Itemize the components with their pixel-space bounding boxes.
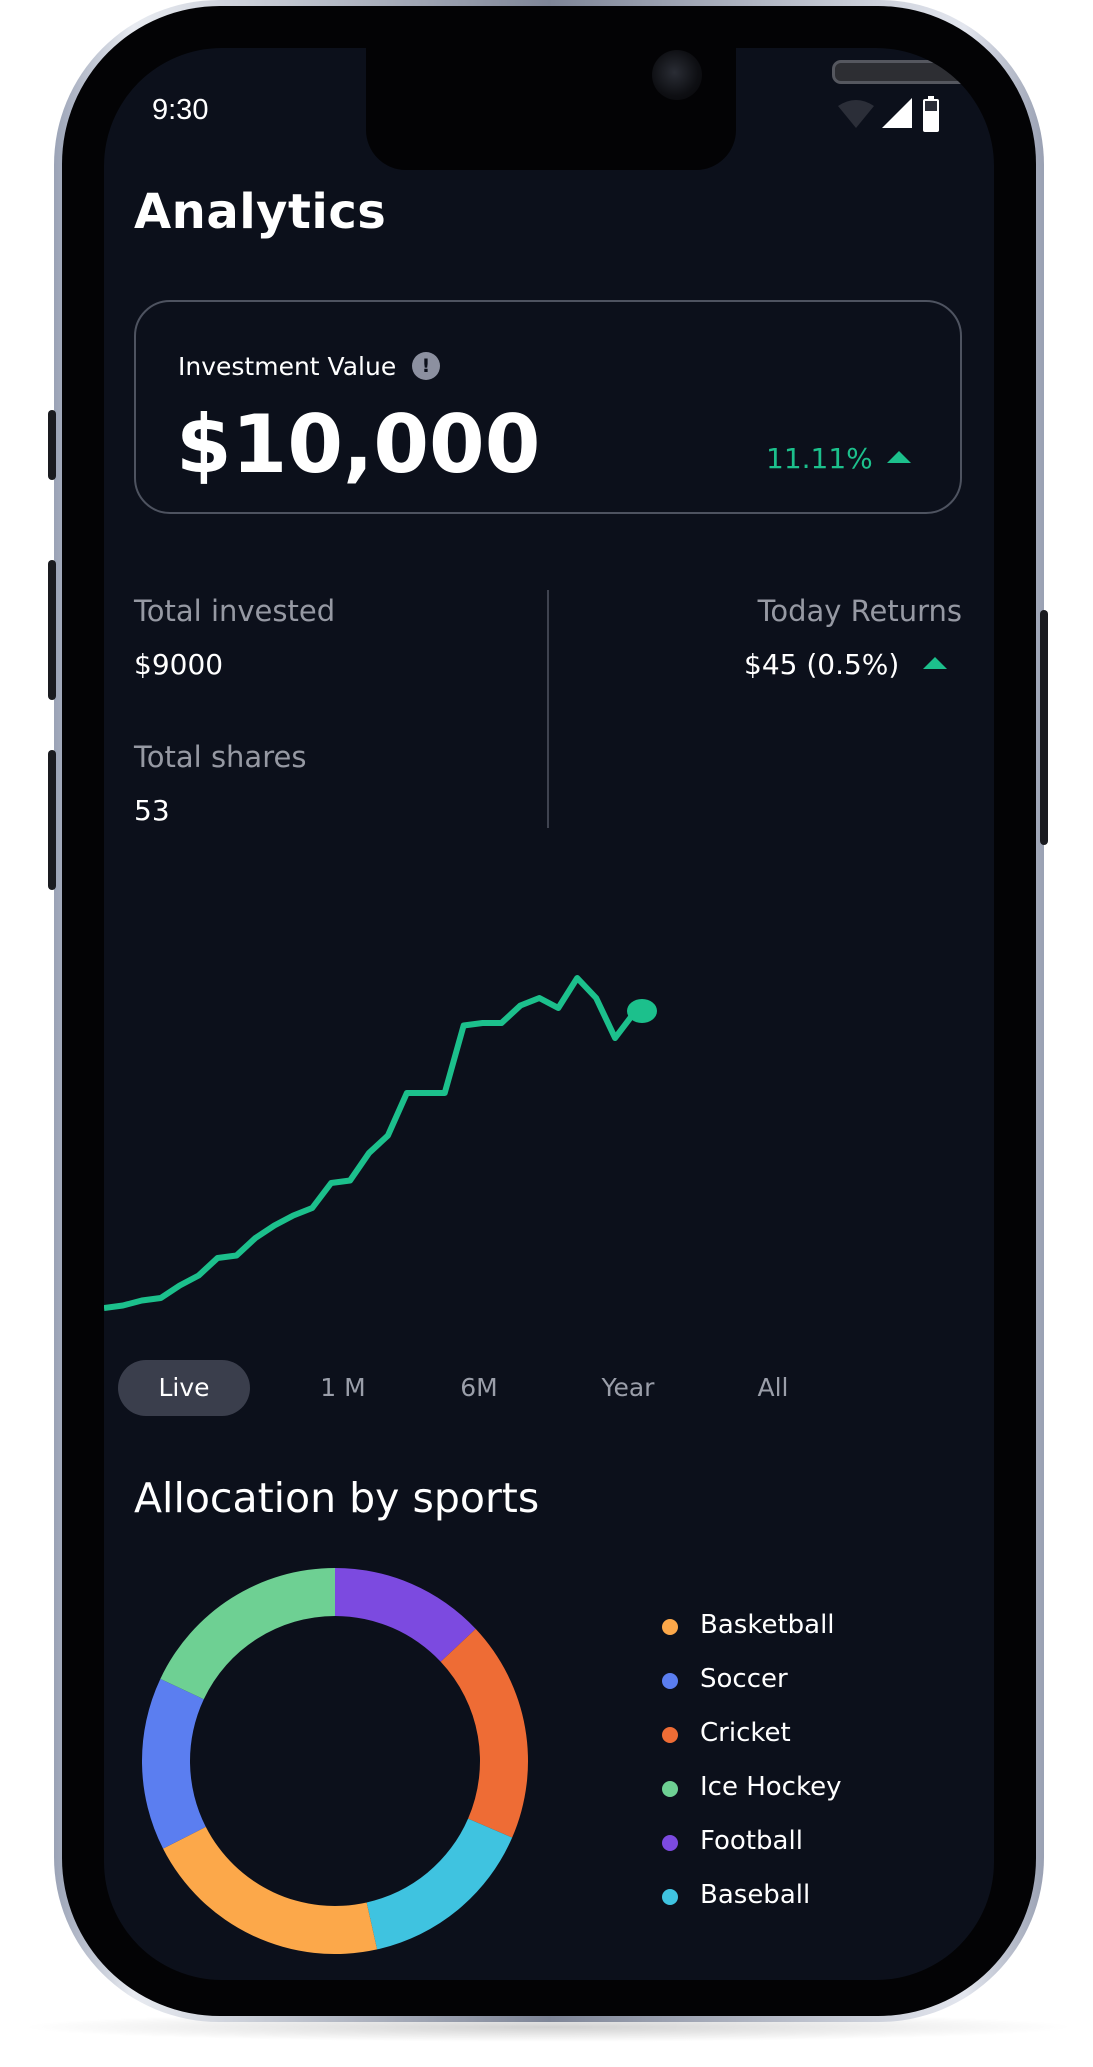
status-time: 9:30	[152, 94, 209, 126]
trend-up-icon	[923, 657, 948, 669]
legend-item: Baseball	[662, 1880, 982, 1934]
time-range-tabs: Live 1 M 6M Year All	[118, 1360, 978, 1416]
legend-dot-icon	[662, 1619, 678, 1635]
allocation-legend: Basketball Soccer Cricket Ice Hockey Footbal…	[662, 1610, 982, 1934]
total-invested-label: Total invested	[134, 594, 336, 628]
legend-label: Cricket	[700, 1718, 791, 1748]
donut-segment-baseball	[366, 1818, 513, 1950]
battery-icon	[923, 96, 939, 132]
notch	[366, 48, 994, 170]
series-line	[104, 975, 637, 1311]
legend-dot-icon	[662, 1727, 678, 1743]
legend-label: Baseball	[700, 1880, 811, 1910]
legend-item: Ice Hockey	[662, 1772, 982, 1826]
legend-dot-icon	[662, 1781, 678, 1797]
page-title: Analytics	[134, 184, 387, 240]
legend-item: Basketball	[662, 1610, 982, 1664]
speaker-grille	[832, 60, 994, 84]
legend-dot-icon	[662, 1889, 678, 1905]
tab-all[interactable]: All	[728, 1360, 818, 1416]
screen: 9:30 Analytics Investment Value ! $10,00…	[104, 48, 994, 1980]
allocation-donut-chart	[142, 1568, 528, 1954]
investment-change: 11.11%	[766, 442, 911, 475]
total-invested-value: $9000	[134, 648, 224, 681]
legend-label: Football	[700, 1826, 803, 1856]
investment-change-text: 11.11%	[766, 442, 873, 475]
volume-up-button	[48, 560, 56, 700]
investment-label: Investment Value	[178, 352, 397, 381]
donut-segment-ice-hockey	[160, 1568, 335, 1700]
tab-year[interactable]: Year	[578, 1360, 678, 1416]
signal-icon	[882, 98, 912, 128]
donut-segment-cricket	[440, 1628, 528, 1838]
donut-segment-football	[335, 1568, 476, 1662]
legend-item: Soccer	[662, 1664, 982, 1718]
investment-value: $10,000	[176, 398, 541, 491]
legend-item: Cricket	[662, 1718, 982, 1772]
donut-segment-basketball	[163, 1826, 378, 1954]
tab-6m[interactable]: 6M	[434, 1360, 524, 1416]
info-icon[interactable]: !	[412, 352, 440, 380]
legend-label: Soccer	[700, 1664, 788, 1694]
total-shares-label: Total shares	[134, 740, 307, 774]
status-icons	[838, 96, 939, 132]
today-returns-label: Today Returns	[757, 594, 962, 628]
legend-dot-icon	[662, 1835, 678, 1851]
legend-item: Football	[662, 1826, 982, 1880]
tab-live[interactable]: Live	[118, 1360, 250, 1416]
legend-label: Ice Hockey	[700, 1772, 842, 1802]
total-shares-value: 53	[134, 794, 170, 827]
allocation-title: Allocation by sports	[134, 1474, 540, 1522]
trend-up-icon	[886, 451, 911, 463]
volume-down-button	[48, 750, 56, 890]
front-camera	[652, 50, 702, 100]
today-returns-value: $45 (0.5%)	[744, 648, 948, 681]
power-button	[1040, 610, 1048, 845]
performance-line-chart	[104, 975, 657, 1311]
wifi-icon	[838, 100, 874, 128]
legend-label: Basketball	[700, 1610, 835, 1640]
tab-1m[interactable]: 1 M	[298, 1360, 388, 1416]
investment-card: Investment Value ! $10,000 11.11%	[134, 300, 962, 514]
stats-divider	[547, 590, 549, 828]
mute-switch	[48, 410, 56, 480]
today-returns-text: $45 (0.5%)	[744, 648, 900, 681]
donut-segment-soccer	[142, 1678, 206, 1849]
legend-dot-icon	[662, 1673, 678, 1689]
end-point-marker	[627, 999, 657, 1023]
